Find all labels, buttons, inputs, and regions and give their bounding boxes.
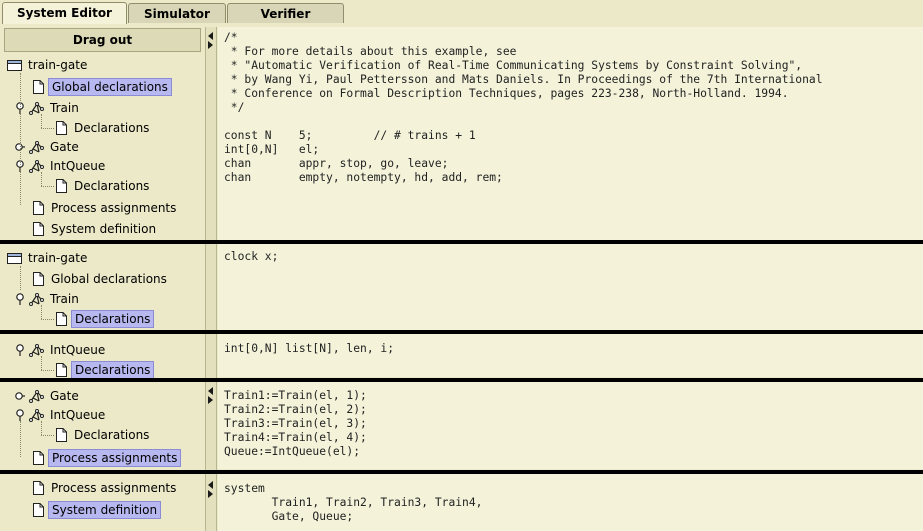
drag-out-button[interactable]: Drag out: [4, 28, 201, 52]
tree-item-label: Declarations: [71, 361, 155, 379]
system-definition-editor[interactable]: system Train1, Train2, Train3, Train4, G…: [218, 474, 923, 531]
document-icon: [33, 80, 44, 94]
tree-item-global-declarations[interactable]: Global declarations: [33, 270, 170, 288]
tree-item-label: Declarations: [71, 310, 155, 328]
tree-item-system-definition[interactable]: System definition: [33, 501, 162, 519]
tree-item-label: Global declarations: [51, 272, 167, 286]
document-icon: [33, 451, 44, 465]
expanded-toggle-icon[interactable]: [15, 409, 25, 421]
tab-system-editor[interactable]: System Editor: [2, 2, 127, 24]
document-icon: [56, 428, 67, 442]
tree-root-label: train-gate: [28, 251, 88, 265]
tree-item-gate[interactable]: Gate: [15, 387, 82, 405]
expanded-toggle-icon[interactable]: [15, 344, 25, 356]
tree-item-system-definition[interactable]: System definition: [33, 220, 159, 238]
tree-item-label: Declarations: [74, 428, 150, 442]
tree-item-intqueue[interactable]: IntQueue: [15, 406, 108, 424]
tree-item-label: Global declarations: [48, 78, 172, 96]
tree-guide-line: [20, 266, 21, 290]
collapsed-toggle-icon[interactable]: [15, 390, 25, 402]
tree-item-global-declarations[interactable]: Global declarations: [33, 78, 172, 96]
tree-guide-line: [41, 114, 42, 128]
tree-item-label: Declarations: [74, 121, 150, 135]
document-icon: [56, 179, 67, 193]
train-declarations-editor[interactable]: clock x;: [218, 244, 923, 330]
document-icon: [56, 363, 67, 377]
tree-root[interactable]: train-gate: [7, 56, 90, 74]
tree-guide-line: [41, 370, 54, 371]
tree-root-label: train-gate: [28, 58, 88, 72]
document-icon: [33, 222, 44, 236]
tree-item-label: Declarations: [74, 179, 150, 193]
tree-item-train-declarations[interactable]: Declarations: [56, 119, 152, 137]
collapse-left-arrow-icon[interactable]: [208, 481, 213, 489]
expanded-toggle-icon[interactable]: [15, 293, 25, 305]
document-icon: [33, 481, 44, 495]
expand-right-arrow-icon[interactable]: [208, 396, 213, 404]
document-icon: [33, 503, 44, 517]
tree-guide-line: [41, 305, 42, 319]
tree-guide-line: [41, 319, 54, 320]
collapse-left-arrow-icon[interactable]: [208, 32, 213, 40]
split-divider[interactable]: [205, 27, 217, 531]
expand-right-arrow-icon[interactable]: [208, 490, 213, 498]
tree-item-process-assignments[interactable]: Process assignments: [33, 479, 179, 497]
tab-verifier[interactable]: Verifier: [227, 3, 344, 23]
tree-guide-line: [41, 186, 54, 187]
tree-item-label: IntQueue: [50, 159, 106, 173]
tree-item-label: IntQueue: [50, 408, 106, 422]
tree-item-label: Process assignments: [51, 481, 177, 495]
tree-item-train[interactable]: Train: [15, 290, 82, 308]
tree-item-gate[interactable]: Gate: [15, 138, 82, 156]
document-icon: [33, 201, 44, 215]
intqueue-declarations-editor[interactable]: int[0,N] list[N], len, i;: [218, 334, 923, 377]
tree-item-process-assignments[interactable]: Process assignments: [33, 449, 182, 467]
tree-item-train[interactable]: Train: [15, 99, 82, 117]
tree-item-intqueue[interactable]: IntQueue: [15, 341, 108, 359]
tab-bar: System Editor Simulator Verifier: [0, 0, 923, 25]
tree-guide-line: [41, 435, 54, 436]
tree-item-label: Process assignments: [51, 201, 177, 215]
tree-item-label: Gate: [50, 140, 79, 154]
tree-item-intqueue[interactable]: IntQueue: [15, 157, 108, 175]
tree-item-label: System definition: [51, 222, 157, 236]
tree-guide-line: [41, 172, 42, 186]
global-declarations-editor[interactable]: /* * For more details about this example…: [218, 27, 923, 240]
tree-item-intqueue-declarations[interactable]: Declarations: [56, 426, 152, 444]
tree-guide-line: [41, 421, 42, 435]
tree-item-intqueue-declarations[interactable]: Declarations: [56, 361, 155, 379]
tree-guide-line: [41, 128, 54, 129]
tree-item-label: Process assignments: [48, 449, 182, 467]
document-icon: [56, 121, 67, 135]
tree-item-process-assignments[interactable]: Process assignments: [33, 199, 179, 217]
tree-item-label: System definition: [48, 501, 162, 519]
project-folder-icon: [7, 59, 22, 71]
tree-item-intqueue-declarations[interactable]: Declarations: [56, 177, 152, 195]
tab-simulator[interactable]: Simulator: [128, 3, 226, 23]
tree-item-label: Train: [50, 101, 79, 115]
document-icon: [56, 312, 67, 326]
tree-root[interactable]: train-gate: [7, 249, 90, 267]
tree-item-label: IntQueue: [50, 343, 106, 357]
document-icon: [33, 272, 44, 286]
project-folder-icon: [7, 252, 22, 264]
tree-guide-line: [20, 421, 21, 457]
collapse-left-arrow-icon[interactable]: [208, 387, 213, 395]
process-assignments-editor[interactable]: Train1:=Train(el, 1); Train2:=Train(el, …: [218, 382, 923, 469]
tree-item-train-declarations[interactable]: Declarations: [56, 310, 155, 328]
expand-right-arrow-icon[interactable]: [208, 41, 213, 49]
tree-guide-line: [20, 73, 21, 205]
tree-guide-line: [41, 356, 42, 370]
tree-item-label: Train: [50, 292, 79, 306]
template-icon: [29, 390, 44, 403]
tree-item-label: Gate: [50, 389, 79, 403]
template-icon: [29, 141, 44, 154]
